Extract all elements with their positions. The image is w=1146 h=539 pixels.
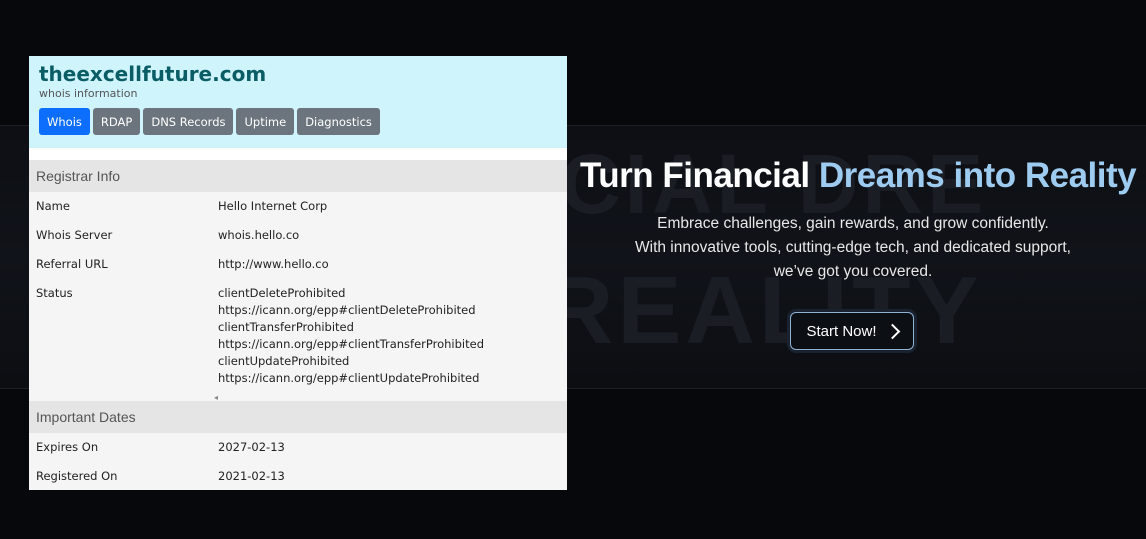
row-key: Referral URL (36, 257, 108, 271)
table-row: Referral URL http://www.hello.co (29, 250, 567, 279)
important-dates-heading: Important Dates (29, 401, 567, 433)
tab-uptime[interactable]: Uptime (236, 108, 295, 135)
row-value: Hello Internet Corp (218, 199, 328, 213)
hero-title: Turn Financial Dreams into Reality (580, 156, 1140, 196)
page: CIAL DRE D REALITY Turn Financial Dreams… (0, 0, 1146, 539)
chevron-right-icon (884, 323, 900, 339)
table-row: Status clientDeleteProhibited https://ic… (29, 279, 567, 393)
row-value: 2027-02-13 (218, 440, 285, 454)
row-value: clientDeleteProhibited https://icann.org… (218, 286, 484, 385)
hero-subtitle-line1: Embrace challenges, gain rewards, and gr… (657, 215, 1049, 232)
whois-subtitle: whois information (39, 87, 138, 100)
hero-subtitle-line3: we’ve got you covered. (773, 263, 933, 280)
important-dates-table: Expires On 2027-02-13 Registered On 2021… (29, 433, 567, 490)
row-value: http://www.hello.co (218, 257, 329, 271)
scroll-left-icon[interactable]: ◂ (214, 393, 218, 402)
row-key: Name (36, 199, 70, 213)
hero-title-accent: Dreams into Reality (818, 156, 1137, 195)
tab-rdap[interactable]: RDAP (92, 108, 141, 135)
row-key: Whois Server (36, 228, 113, 242)
spacer (29, 148, 567, 160)
row-value: 2021-02-13 (218, 469, 285, 483)
table-row: Whois Server whois.hello.co (29, 221, 567, 250)
tab-whois[interactable]: Whois (39, 108, 90, 135)
registrar-info-heading: Registrar Info (29, 160, 567, 192)
tab-diagnostics[interactable]: Diagnostics (297, 108, 380, 135)
row-key: Status (36, 286, 73, 300)
whois-header: theexcellfuture.com whois information Wh… (29, 56, 567, 148)
start-now-label: Start Now! (806, 322, 877, 340)
row-value: whois.hello.co (218, 228, 300, 242)
horizontal-scrollbar[interactable]: ◂ (29, 393, 567, 402)
registrar-info-table: Name Hello Internet Corp Whois Server wh… (29, 192, 567, 402)
whois-panel: theexcellfuture.com whois information Wh… (29, 56, 567, 490)
tab-dns-records[interactable]: DNS Records (143, 108, 234, 135)
domain-title: theexcellfuture.com (39, 62, 267, 86)
hero-title-part1: Turn Financial (580, 156, 819, 195)
table-row: Name Hello Internet Corp (29, 192, 567, 221)
row-key: Registered On (36, 469, 118, 483)
start-now-button[interactable]: Start Now! (790, 312, 914, 350)
table-row: Registered On 2021-02-13 (29, 462, 567, 490)
hero-subtitle: Embrace challenges, gain rewards, and gr… (600, 212, 1106, 284)
hero-subtitle-line2: With innovative tools, cutting-edge tech… (635, 239, 1071, 256)
whois-tabs: Whois RDAP DNS Records Uptime Diagnostic… (39, 108, 557, 135)
row-key: Expires On (36, 440, 99, 454)
table-row: Expires On 2027-02-13 (29, 433, 567, 462)
